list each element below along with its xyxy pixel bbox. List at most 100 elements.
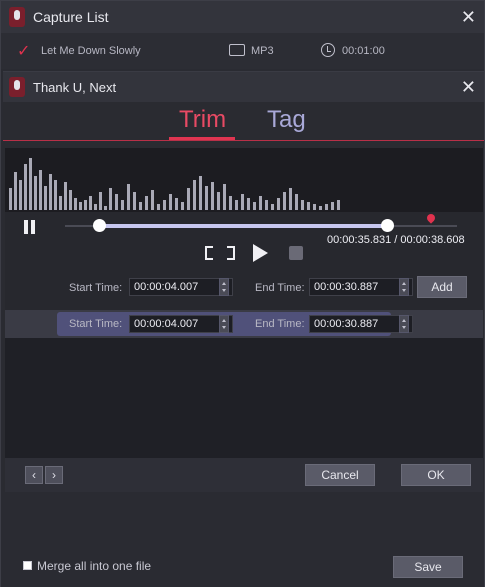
start-time-field[interactable]: 00:00:04.007: [129, 278, 233, 296]
waveform-bar: [313, 204, 316, 210]
capture-list-item[interactable]: ✓ Let Me Down Slowly MP3 00:01:00: [1, 33, 484, 69]
waveform-bar: [337, 200, 340, 210]
end-time-stepper[interactable]: [399, 278, 409, 296]
waveform-bar: [157, 204, 160, 210]
waveform-bar: [14, 172, 17, 210]
dialog-title: Thank U, Next: [33, 79, 117, 95]
waveform-bar: [79, 202, 82, 210]
waveform-bar: [34, 176, 37, 210]
waveform-bar: [163, 200, 166, 210]
waveform-bar: [64, 182, 67, 210]
stop-icon[interactable]: [289, 246, 303, 260]
start-time-stepper[interactable]: [219, 278, 229, 296]
waveform-bar: [241, 194, 244, 210]
segment-end-label: End Time:: [255, 318, 305, 330]
waveform-bar: [99, 192, 102, 210]
waveform-bar: [89, 196, 92, 210]
playhead-marker-icon[interactable]: [425, 212, 437, 224]
waveform-bar: [109, 188, 112, 210]
trim-end-handle[interactable]: [381, 219, 394, 232]
duration-label: 00:01:00: [342, 45, 385, 57]
dialog-bottom-bar: ‹ › Cancel OK: [5, 458, 483, 492]
window-title: Capture List: [33, 9, 109, 25]
merge-label: Merge all into one file: [37, 559, 152, 573]
waveform-bar: [229, 196, 232, 210]
capture-list-window: Capture List ✕ ✓ Let Me Down Slowly MP3 …: [0, 0, 485, 587]
clock-icon: [321, 43, 335, 57]
segment-end-field[interactable]: 00:00:30.887: [309, 315, 413, 333]
waveform-bar: [199, 176, 202, 210]
save-button[interactable]: Save: [393, 556, 463, 578]
waveform-bar: [24, 164, 27, 210]
waveform-bar: [181, 202, 184, 210]
waveform-bar: [193, 180, 196, 210]
checkmark-icon[interactable]: ✓: [17, 41, 30, 61]
set-start-bracket-icon[interactable]: [205, 246, 213, 260]
close-icon[interactable]: ✕: [461, 78, 476, 96]
close-icon[interactable]: ✕: [461, 8, 476, 26]
segment-end-stepper[interactable]: [399, 315, 409, 333]
chevron-right-icon[interactable]: ›: [45, 466, 63, 484]
microphone-app-icon: [9, 77, 25, 97]
tab-tag[interactable]: Tag: [267, 106, 306, 134]
add-button[interactable]: Add: [417, 276, 467, 298]
segment-start-label: Start Time:: [69, 318, 123, 330]
waveform-bar: [115, 194, 118, 210]
tab-divider: [3, 140, 484, 141]
window-footer: Merge all into one file Save: [1, 546, 484, 587]
waveform-bar: [121, 200, 124, 210]
waveform: [5, 148, 483, 212]
ok-button[interactable]: OK: [401, 464, 471, 486]
waveform-bar: [151, 190, 154, 210]
set-end-bracket-icon[interactable]: [227, 246, 235, 260]
segment-start-stepper[interactable]: [219, 315, 229, 333]
dialog-titlebar: Thank U, Next ✕: [3, 72, 484, 102]
waveform-bar: [247, 198, 250, 210]
format-label: MP3: [251, 45, 274, 57]
time-readout: 00:00:35.831 / 00:00:38.608: [327, 234, 465, 246]
waveform-bar: [127, 184, 130, 210]
waveform-bar: [69, 190, 72, 210]
waveform-bar: [187, 188, 190, 210]
segment-list: [5, 338, 483, 458]
waveform-bar: [139, 202, 142, 210]
timeline-selection: [100, 224, 388, 228]
waveform-bar: [289, 188, 292, 210]
waveform-bar: [205, 186, 208, 210]
waveform-bar: [277, 198, 280, 210]
tab-bar: Trim Tag: [3, 102, 484, 142]
waveform-bar: [265, 200, 268, 210]
segment-start-field[interactable]: 00:00:04.007: [129, 315, 233, 333]
waveform-bar: [253, 202, 256, 210]
merge-checkbox[interactable]: [23, 561, 32, 570]
chevron-left-icon[interactable]: ‹: [25, 466, 43, 484]
end-time-label: End Time:: [255, 282, 305, 294]
waveform-bar: [217, 192, 220, 210]
waveform-bar: [9, 188, 12, 210]
microphone-app-icon: [9, 7, 25, 27]
play-icon[interactable]: [253, 244, 268, 262]
waveform-bar: [74, 198, 77, 210]
waveform-bar: [271, 204, 274, 210]
segment-row[interactable]: Start Time: 00:00:04.007 End Time: 00:00…: [5, 310, 483, 338]
waveform-bar: [211, 182, 214, 210]
waveform-bar: [104, 206, 107, 210]
waveform-bar: [84, 200, 87, 210]
folder-icon: [229, 44, 245, 56]
waveform-bar: [259, 196, 262, 210]
cancel-button[interactable]: Cancel: [305, 464, 375, 486]
pause-button[interactable]: [23, 220, 37, 234]
trim-start-handle[interactable]: [93, 219, 106, 232]
end-time-field[interactable]: 00:00:30.887: [309, 278, 413, 296]
waveform-bar: [145, 196, 148, 210]
waveform-bar: [133, 192, 136, 210]
tab-trim[interactable]: Trim: [179, 106, 226, 134]
waveform-bar: [175, 198, 178, 210]
waveform-bar: [44, 186, 47, 210]
waveform-bar: [223, 184, 226, 210]
waveform-bar: [59, 196, 62, 210]
waveform-bar: [325, 204, 328, 210]
waveform-bar: [49, 174, 52, 210]
waveform-bar: [301, 200, 304, 210]
start-time-label: Start Time:: [69, 282, 123, 294]
